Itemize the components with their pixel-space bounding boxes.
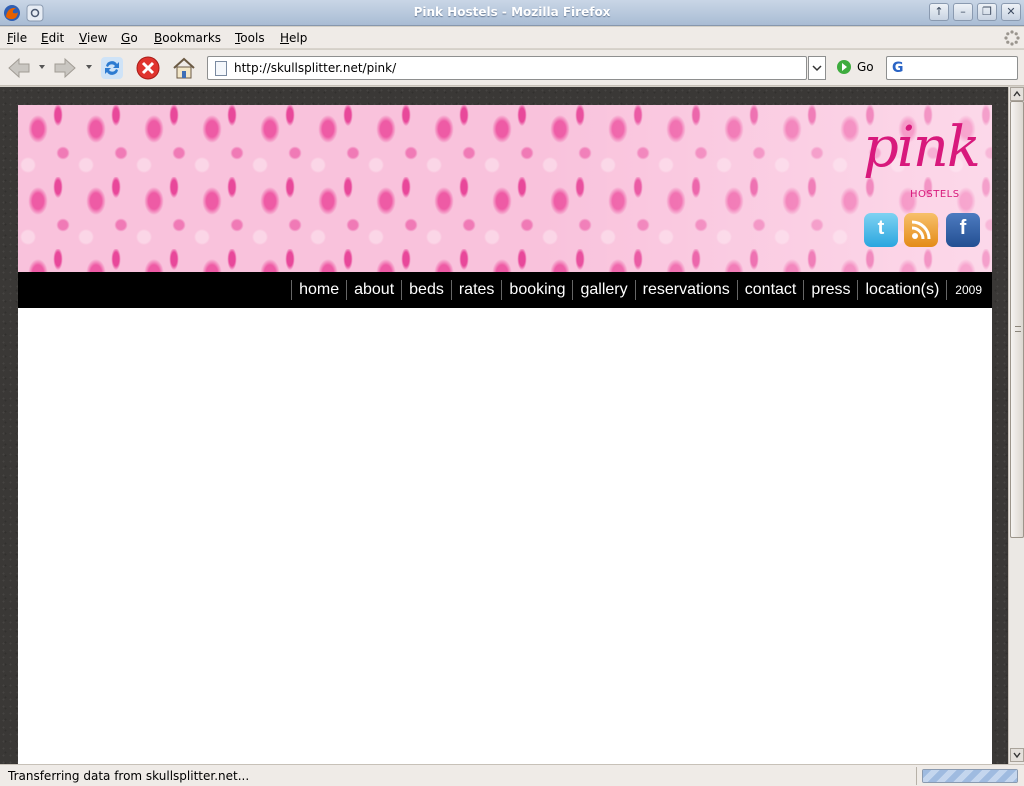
window-titlebar: Pink Hostels - Mozilla Firefox ↑ – ❐ ✕ [0,0,1024,26]
menu-tools[interactable]: Tools [235,31,265,45]
nav-gallery[interactable]: gallery [572,280,634,300]
menu-view[interactable]: View [79,31,107,45]
go-icon [837,60,851,74]
rss-icon[interactable] [904,213,938,247]
twitter-icon[interactable]: t [864,213,898,247]
menu-help[interactable]: Help [280,31,307,45]
window-title: Pink Hostels - Mozilla Firefox [413,5,611,19]
go-button[interactable]: Go [837,60,874,74]
status-bar: Transferring data from skullsplitter.net… [0,764,1024,786]
menubar: File Edit View Go Bookmarks Tools Help [0,27,1024,49]
menu-bookmarks[interactable]: Bookmarks [154,31,221,45]
site-nav: home about beds rates booking gallery re… [18,272,992,308]
menu-edit[interactable]: Edit [41,31,64,45]
forward-history-arrow-icon[interactable] [86,65,92,69]
loading-progress-bar [922,769,1018,783]
reload-button[interactable] [98,55,126,81]
pink-hostels-logo[interactable]: pink HOSTELS [863,111,981,206]
go-label: Go [857,60,874,74]
maximize-button[interactable]: ❐ [977,3,997,21]
back-history-arrow-icon[interactable] [39,65,45,69]
logo-subtitle: HOSTELS [910,189,960,200]
close-button[interactable]: ✕ [1001,3,1021,21]
stop-button[interactable] [134,55,162,81]
nav-press[interactable]: press [803,280,857,300]
nav-reservations[interactable]: reservations [634,280,737,300]
nav-about[interactable]: about [346,280,401,300]
menu-go[interactable]: Go [121,31,138,45]
logo-word: pink [863,115,981,180]
page-icon [215,61,227,76]
url-history-dropdown[interactable] [808,56,826,80]
nav-year: 2009 [946,280,982,300]
search-bar[interactable]: G [886,56,1018,80]
forward-button[interactable] [51,55,79,81]
back-button[interactable] [5,55,33,81]
minimize-button[interactable]: – [953,3,973,21]
header-banner: pink HOSTELS t f [18,105,992,272]
page-viewport: pink HOSTELS t f home about beds rates b… [0,87,1008,764]
url-text[interactable]: http://skullsplitter.net/pink/ [234,61,396,75]
status-separator [916,767,917,785]
status-text: Transferring data from skullsplitter.net… [8,769,250,783]
menu-file[interactable]: File [7,31,27,45]
home-button[interactable] [170,55,198,81]
nav-locations[interactable]: location(s) [857,280,946,300]
vertical-scrollbar[interactable] [1008,87,1024,764]
page-body: pink HOSTELS t f home about beds rates b… [18,105,992,764]
scroll-up-arrow[interactable] [1010,87,1024,101]
url-bar[interactable]: http://skullsplitter.net/pink/ [207,56,807,80]
scroll-down-arrow[interactable] [1010,748,1024,762]
google-search-icon[interactable]: G [892,60,904,76]
throbber-icon [1004,30,1020,46]
nav-rates[interactable]: rates [450,280,502,300]
facebook-icon[interactable]: f [946,213,980,247]
nav-booking[interactable]: booking [501,280,572,300]
nav-home[interactable]: home [291,280,346,300]
keep-above-button[interactable]: ↑ [929,3,949,21]
scroll-thumb[interactable] [1010,101,1024,538]
nav-beds[interactable]: beds [401,280,451,300]
nav-contact[interactable]: contact [736,280,804,300]
